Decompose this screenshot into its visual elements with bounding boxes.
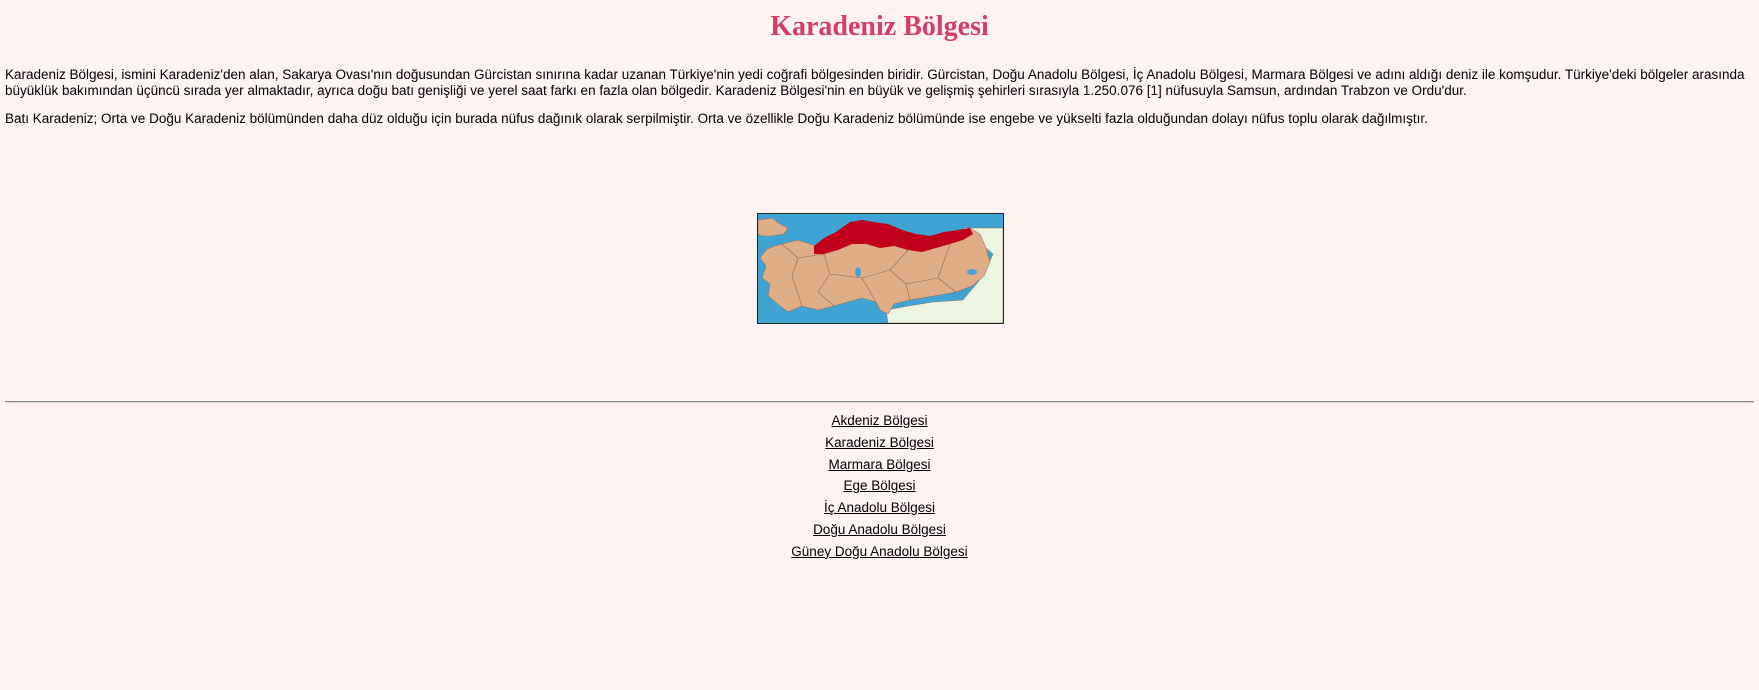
nav-link-akdeniz[interactable]: Akdeniz Bölgesi (0, 410, 1759, 432)
nav-link-dogu-anadolu[interactable]: Doğu Anadolu Bölgesi (0, 519, 1759, 541)
page-title: Karadeniz Bölgesi (770, 11, 989, 42)
nav-link-marmara[interactable]: Marmara Bölgesi (0, 454, 1759, 476)
nav-link-ege[interactable]: Ege Bölgesi (0, 475, 1759, 497)
map-graphic (758, 214, 1003, 323)
turkey-region-map (757, 213, 1004, 324)
region-nav: Akdeniz Bölgesi Karadeniz Bölgesi Marmar… (0, 410, 1759, 563)
nav-link-guney-dogu-anadolu[interactable]: Güney Doğu Anadolu Bölgesi (0, 541, 1759, 563)
page-content: Karadeniz Bölgesi Karadeniz Bölgesi, ism… (0, 10, 1759, 127)
map-lake-van (967, 269, 977, 275)
intro-paragraph: Karadeniz Bölgesi, ismini Karadeniz'den … (5, 67, 1745, 98)
nav-link-ic-anadolu[interactable]: İç Anadolu Bölgesi (0, 497, 1759, 519)
nav-link-karadeniz[interactable]: Karadeniz Bölgesi (0, 432, 1759, 454)
population-paragraph: Batı Karadeniz; Orta ve Doğu Karadeniz b… (5, 111, 1428, 126)
section-divider (5, 401, 1754, 403)
map-lake-tuz (855, 267, 861, 277)
